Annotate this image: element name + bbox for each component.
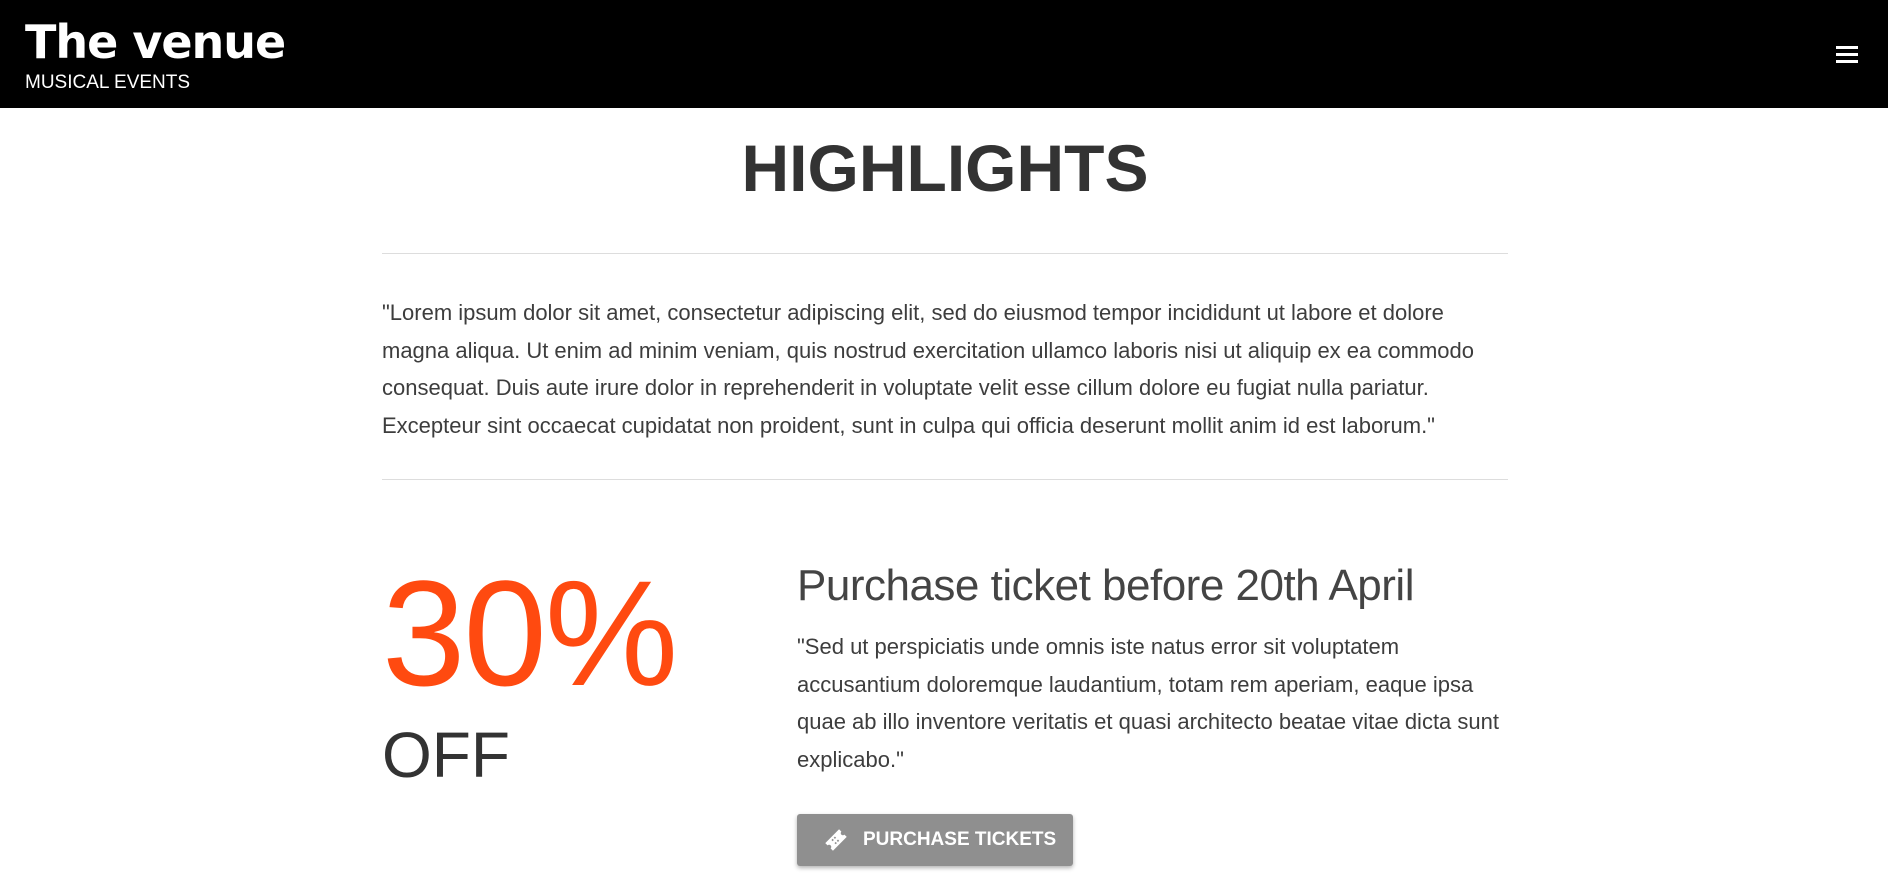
menu-button[interactable] bbox=[1830, 39, 1864, 69]
purchase-tickets-label: PURCHASE TICKETS bbox=[863, 829, 1057, 850]
brand-subtitle: MUSICAL EVENTS bbox=[25, 72, 191, 93]
hamburger-menu-icon bbox=[1836, 59, 1858, 63]
hamburger-menu-icon bbox=[1836, 45, 1858, 49]
divider bbox=[382, 479, 1508, 480]
brand[interactable]: The venue MUSICAL EVENTS bbox=[25, 14, 286, 94]
discount-suffix: OFF bbox=[382, 719, 510, 791]
ticket-icon bbox=[823, 827, 849, 853]
discount-value: 30% bbox=[382, 549, 678, 717]
divider bbox=[382, 253, 1508, 254]
promo-section: Purchase ticket before 20th April "Sed u… bbox=[797, 560, 1517, 866]
purchase-tickets-button[interactable]: PURCHASE TICKETS bbox=[797, 814, 1073, 866]
page-title: HIGHLIGHTS bbox=[741, 131, 1149, 205]
top-app-bar: The venue MUSICAL EVENTS bbox=[0, 0, 1888, 108]
promo-title: Purchase ticket before 20th April bbox=[797, 561, 1414, 610]
brand-title: The venue bbox=[25, 15, 286, 69]
hamburger-menu-icon bbox=[1836, 52, 1858, 56]
promo-description: "Sed ut perspiciatis unde omnis iste nat… bbox=[797, 634, 1499, 772]
intro-paragraph: "Lorem ipsum dolor sit amet, consectetur… bbox=[382, 300, 1474, 438]
